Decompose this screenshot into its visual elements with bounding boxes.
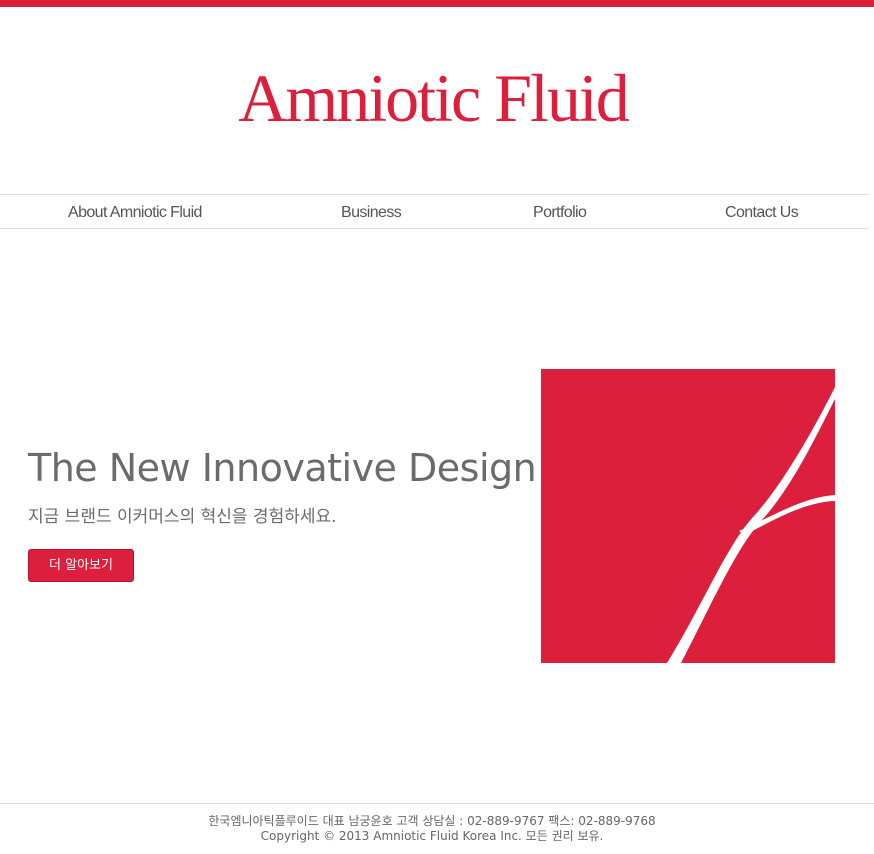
nav-item-business[interactable]: Business — [341, 195, 402, 228]
brand-mark-square — [541, 369, 835, 663]
nav-item-portfolio[interactable]: Portfolio — [533, 195, 587, 228]
hero-subtitle: 지금 브랜드 이커머스의 혁신을 경험하세요. — [28, 507, 337, 527]
nav-item-contact[interactable]: Contact Us — [725, 195, 799, 228]
site-logo[interactable]: Amniotic Fluid — [0, 58, 866, 138]
nav-item-about[interactable]: About Amniotic Fluid — [68, 195, 202, 228]
footer-company-info: 한국엠니아틱플루이드 대표 남궁윤호 고객 상담실 : 02-889-9767 … — [208, 814, 656, 828]
hero-title: The New Innovative Design — [28, 446, 537, 490]
footer-divider — [0, 803, 874, 804]
main-nav: About Amniotic Fluid Business Portfolio … — [0, 194, 869, 229]
top-accent-bar — [0, 0, 874, 7]
brand-mark-icon — [541, 369, 835, 663]
footer-copyright: Copyright © 2013 Amniotic Fluid Korea In… — [260, 829, 604, 843]
learn-more-button[interactable]: 더 알아보기 — [28, 549, 134, 582]
